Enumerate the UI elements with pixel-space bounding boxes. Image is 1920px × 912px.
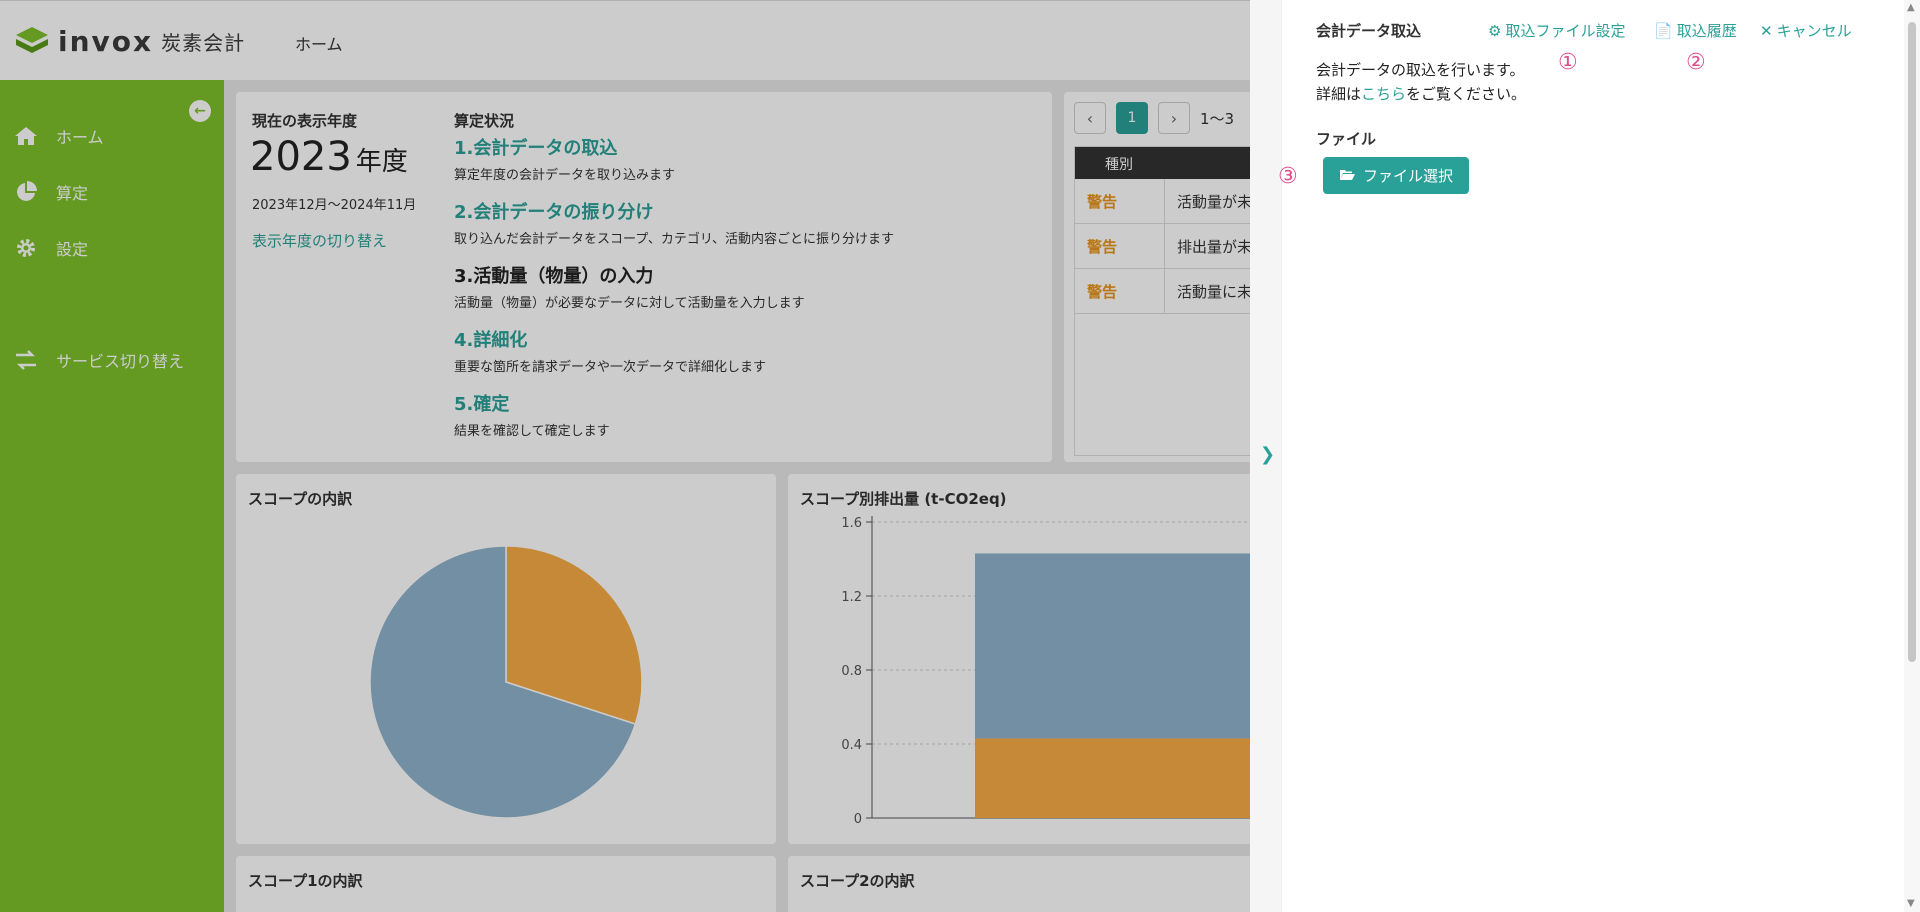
import-history-label: 取込履歴 xyxy=(1676,22,1737,40)
file-select-button[interactable]: ファイル選択 xyxy=(1323,157,1469,194)
document-icon: 📄 xyxy=(1654,21,1673,40)
cancel-link[interactable]: ✕ キャンセル xyxy=(1760,20,1852,41)
cancel-label: キャンセル xyxy=(1776,22,1852,40)
file-label: ファイル xyxy=(1316,130,1377,148)
import-history-link[interactable]: 📄 取込履歴 xyxy=(1654,20,1737,41)
drawer-title: 会計データ取込 xyxy=(1316,22,1422,40)
scroll-down-icon[interactable]: ▼ xyxy=(1907,898,1915,909)
desc-line-2: 詳細はこちらをご覧ください。 xyxy=(1316,82,1526,106)
drawer-content: 会計データ取込 ⚙ 取込ファイル設定 📄 取込履歴 ✕ キャンセル ① ② ③ … xyxy=(1278,0,1886,912)
folder-open-icon xyxy=(1339,167,1355,185)
marker-3: ③ xyxy=(1278,164,1298,189)
import-settings-link[interactable]: ⚙ 取込ファイル設定 xyxy=(1488,20,1625,41)
scroll-thumb[interactable] xyxy=(1908,22,1916,662)
desc-post: をご覧ください。 xyxy=(1406,85,1527,103)
drawer-description: 会計データの取込を行います。 詳細はこちらをご覧ください。 xyxy=(1316,58,1526,106)
scroll-up-icon[interactable]: ▲ xyxy=(1907,2,1915,13)
scrollbar[interactable]: ▲ ▼ xyxy=(1904,0,1920,912)
gear-icon: ⚙ xyxy=(1488,21,1502,40)
details-link[interactable]: こちら xyxy=(1361,85,1406,103)
close-icon: ✕ xyxy=(1760,21,1773,40)
drawer-handle[interactable]: ❯ xyxy=(1250,0,1282,912)
import-settings-label: 取込ファイル設定 xyxy=(1505,22,1626,40)
file-select-label: ファイル選択 xyxy=(1362,167,1453,185)
marker-2: ② xyxy=(1686,50,1706,75)
modal-overlay[interactable] xyxy=(0,0,1250,912)
marker-1: ① xyxy=(1558,50,1578,75)
desc-pre: 詳細は xyxy=(1316,85,1362,103)
import-drawer: ❯ 会計データ取込 ⚙ 取込ファイル設定 📄 取込履歴 ✕ キャンセル ① ② … xyxy=(1250,0,1920,912)
desc-line-1: 会計データの取込を行います。 xyxy=(1316,61,1525,79)
chevron-right-icon[interactable]: ❯ xyxy=(1260,444,1275,465)
